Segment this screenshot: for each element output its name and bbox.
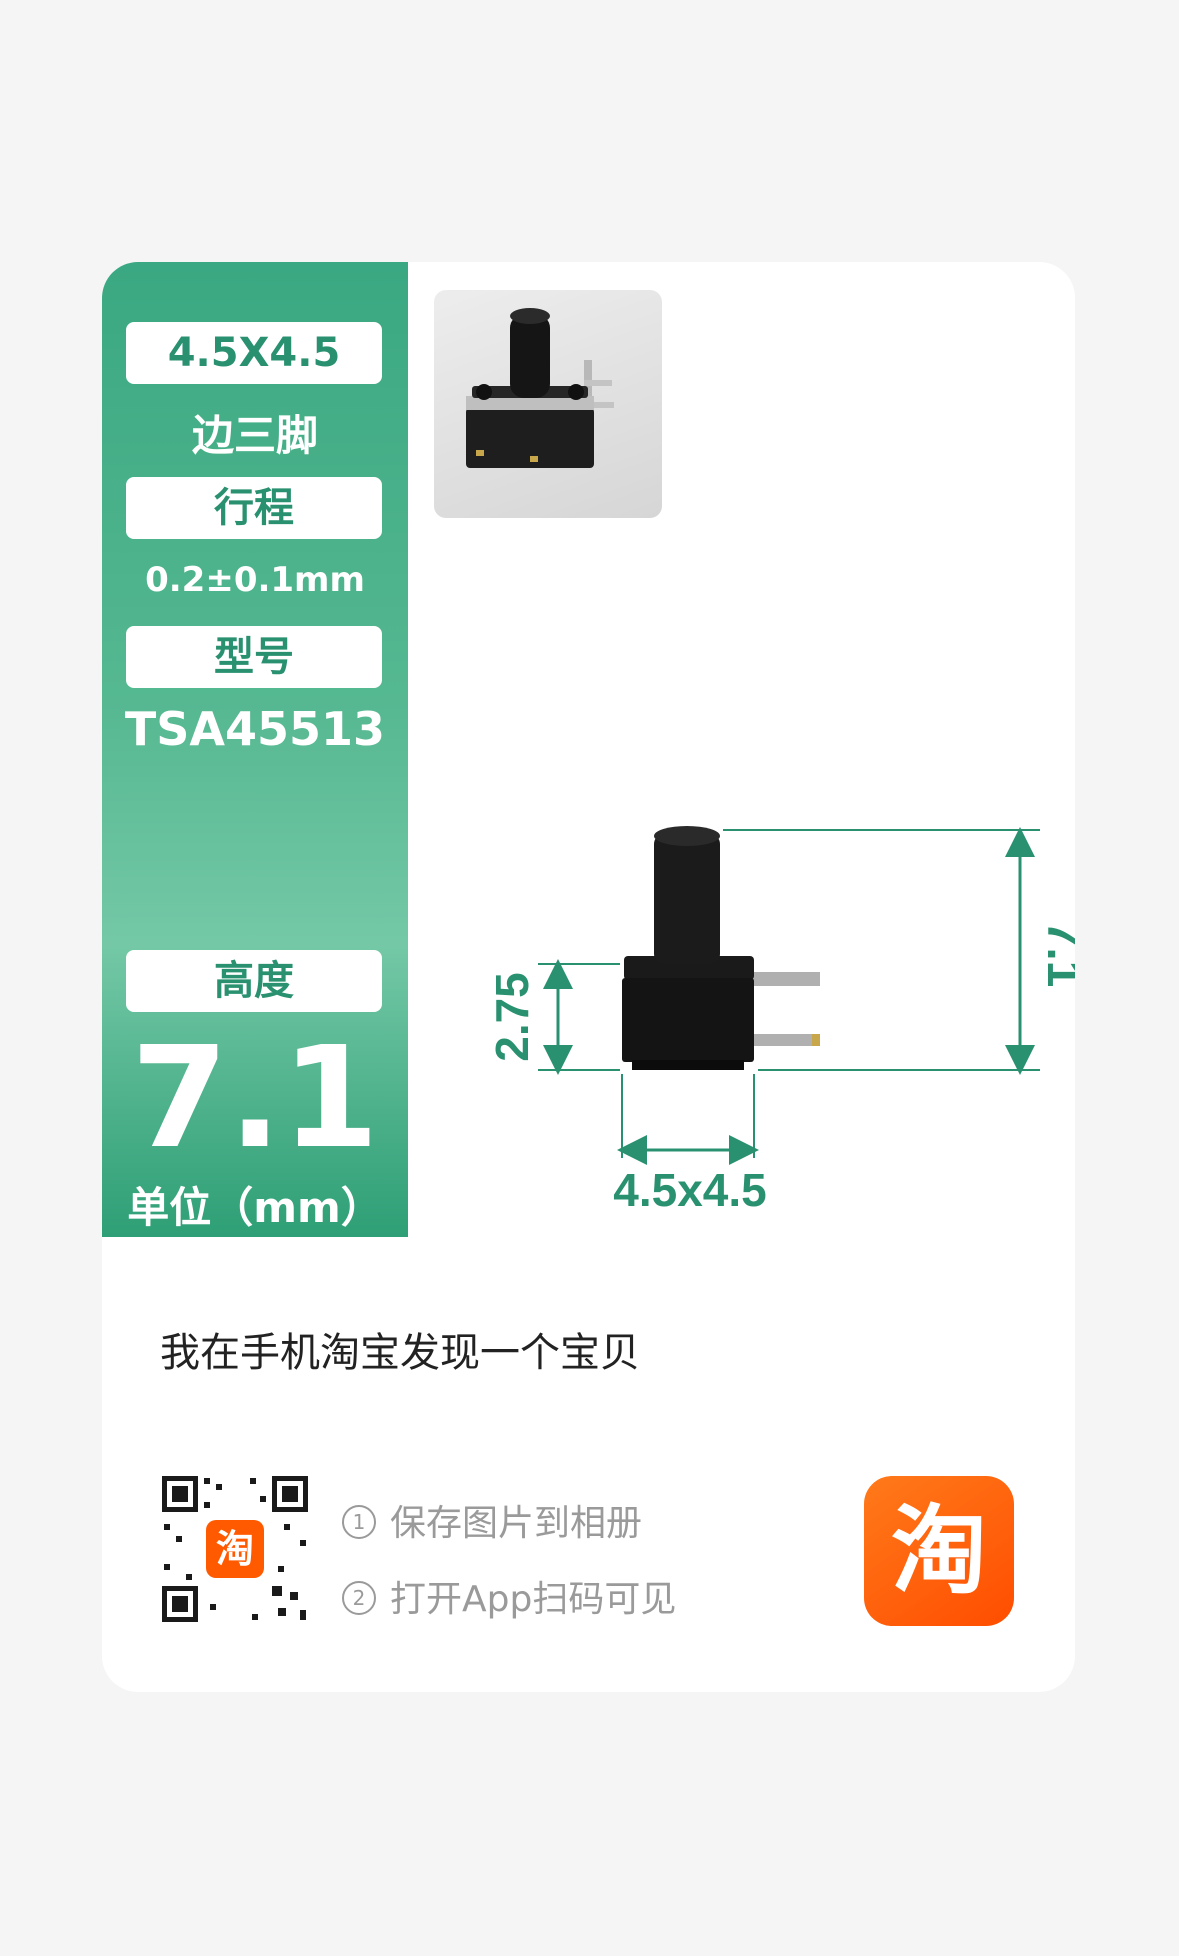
hint-step-2: 2 打开App扫码可见 <box>342 1570 676 1622</box>
switch-side-view-icon <box>622 826 820 1070</box>
dimension-diagram: 7.1 2.75 4.5x4.5 <box>486 826 1075 1216</box>
travel-pill: 行程 <box>126 477 382 539</box>
size-pill: 4.5X4.5 <box>126 322 382 384</box>
product-image[interactable]: 4.5X4.5 边三脚 行程 0.2±0.1mm 型号 TSA45513 高度 … <box>102 262 1075 1237</box>
footprint-dimension-label: 4.5x4.5 <box>613 1164 766 1216</box>
share-card: 4.5X4.5 边三脚 行程 0.2±0.1mm 型号 TSA45513 高度 … <box>102 262 1075 1692</box>
qr-center-logo: 淘 <box>216 1527 254 1571</box>
travel-value: 0.2±0.1mm <box>145 560 365 600</box>
hint-step-1: 1 保存图片到相册 <box>342 1494 642 1546</box>
share-message: 我在手机淘宝发现一个宝贝 <box>160 1330 640 1376</box>
model-pill: 型号 <box>126 626 382 688</box>
model-value: TSA45513 <box>124 702 386 756</box>
pin-config-text: 边三脚 <box>191 411 318 460</box>
step-2-text: 打开App扫码可见 <box>390 1579 677 1620</box>
qr-code[interactable]: 淘 <box>160 1474 310 1624</box>
unit-text: 单位（mm） <box>127 1183 383 1232</box>
step-2-number: 2 <box>342 1581 376 1615</box>
base-height-dimension-label: 2.75 <box>486 972 538 1062</box>
height-pill: 高度 <box>126 950 382 1012</box>
height-dimension-label: 7.1 <box>1037 921 1075 988</box>
height-value: 7.1 <box>130 1017 379 1180</box>
taobao-logo-icon[interactable]: 淘 <box>864 1476 1014 1626</box>
spec-panel: 4.5X4.5 边三脚 行程 0.2±0.1mm 型号 TSA45513 高度 … <box>102 262 408 1237</box>
qr-code-icon: 淘 <box>160 1474 310 1624</box>
step-1-text: 保存图片到相册 <box>390 1503 643 1544</box>
step-1-number: 1 <box>342 1505 376 1539</box>
